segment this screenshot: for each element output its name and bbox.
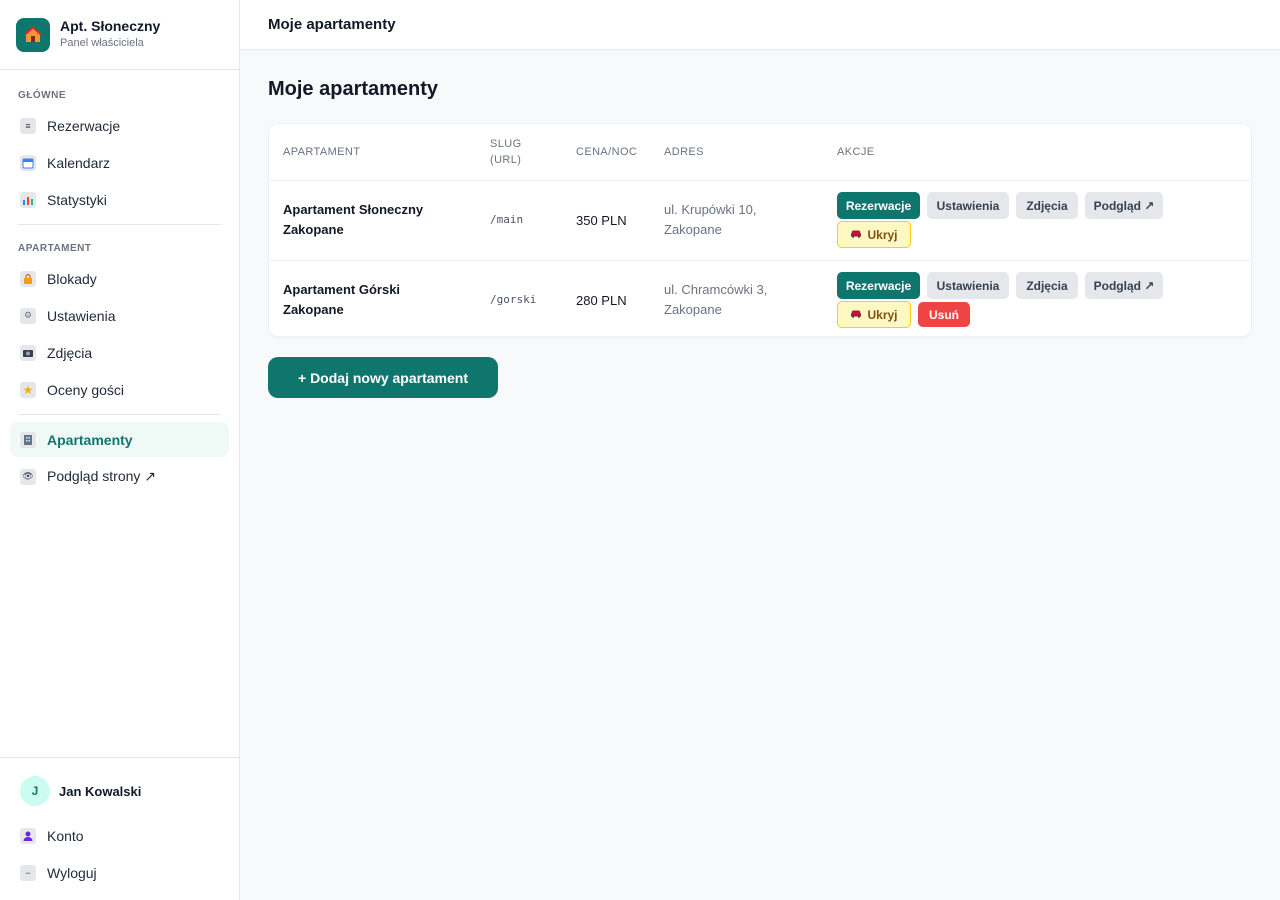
header-apartment: APARTAMENT — [283, 146, 361, 158]
header-actions: AKCJE — [837, 146, 875, 158]
sidebar-item-label: Zdjęcia — [47, 344, 93, 361]
sidebar-item-label: Kalendarz — [47, 154, 111, 171]
apartment-price: 280 PLN — [576, 293, 627, 308]
sidebar-item-label: Oceny gości — [47, 381, 125, 398]
sidebar-item-label: Apartamenty — [47, 431, 133, 448]
brand[interactable]: Apt. Słoneczny Panel właściciela — [0, 0, 239, 70]
logout-icon: − — [20, 864, 36, 881]
apartment-slug: /main — [490, 213, 524, 226]
sidebar-item-podglad[interactable]: 👁 Podgląd strony ↗ — [10, 459, 229, 494]
sidebar-item-label: Statystyki — [47, 191, 107, 208]
header-slug-line1: SLUG — [490, 138, 522, 150]
sidebar-item-label: Podgląd strony ↗ — [47, 468, 157, 484]
reservations-button[interactable]: Rezerwacje — [837, 192, 920, 219]
sidebar: Apt. Słoneczny Panel właściciela GŁÓWNE … — [0, 0, 240, 900]
gear-icon: ⚙ — [20, 307, 36, 324]
section-label-apartment: APARTAMENT — [18, 243, 92, 254]
sidebar-item-statystyki[interactable]: Statystyki — [10, 182, 229, 217]
hide-button[interactable]: Ukryj — [837, 221, 911, 248]
section-label-main: GŁÓWNE — [18, 90, 66, 101]
header-price: CENA/NOC — [576, 146, 638, 158]
chart-icon — [20, 191, 36, 208]
sidebar-divider — [18, 414, 221, 415]
sidebar-item-ustawienia[interactable]: ⚙ Ustawienia — [10, 298, 229, 333]
sidebar-item-label: Rezerwacje — [47, 117, 121, 134]
header-slug-line2: (URL) — [490, 154, 522, 166]
brand-title: Apt. Słoneczny — [60, 18, 161, 34]
user-info[interactable]: J Jan Kowalski — [20, 776, 141, 806]
topbar: Moje apartamenty — [240, 0, 1280, 50]
sidebar-item-kalendarz[interactable]: Kalendarz — [10, 145, 229, 180]
photos-button[interactable]: Zdjęcia — [1016, 192, 1078, 219]
avatar: J — [20, 776, 50, 806]
hide-button-label: Ukryj — [867, 227, 898, 242]
sidebar-item-rezerwacje[interactable]: ≡ Rezerwacje — [10, 108, 229, 143]
user-name: Jan Kowalski — [59, 783, 142, 799]
preview-button[interactable]: Podgląd ↗ — [1085, 192, 1163, 219]
sidebar-item-blokady[interactable]: Blokady — [10, 261, 229, 296]
page-title: Moje apartamenty — [268, 78, 439, 100]
sidebar-divider — [18, 224, 221, 225]
house-icon — [16, 17, 50, 52]
apartments-table: APARTAMENT SLUG (URL) CENA/NOC ADRES AKC… — [268, 123, 1252, 337]
apartment-address: ul. Krupówki 10, Zakopane — [664, 202, 757, 237]
header-address: ADRES — [664, 146, 704, 158]
settings-button[interactable]: Ustawienia — [927, 272, 1009, 299]
photos-button[interactable]: Zdjęcia — [1016, 272, 1078, 299]
sidebar-item-wyloguj[interactable]: − Wyloguj — [10, 855, 229, 890]
eye-icon: 👁 — [20, 468, 36, 485]
delete-button[interactable]: Usuń — [918, 302, 970, 327]
apartment-price: 350 PLN — [576, 213, 627, 228]
sidebar-item-zdjecia[interactable]: Zdjęcia — [10, 335, 229, 370]
sidebar-item-konto[interactable]: Konto — [10, 818, 229, 853]
table-row: Apartament Górski Zakopane /gorski 280 P… — [269, 260, 1251, 336]
topbar-title: Moje apartamenty — [268, 16, 396, 33]
user-icon — [20, 827, 36, 844]
hide-button-label: Ukryj — [867, 307, 898, 322]
apartment-address: ul. Chramcówki 3, Zakopane — [664, 282, 768, 317]
add-apartment-button[interactable]: + Dodaj nowy apartament — [268, 357, 498, 398]
sidebar-item-label: Ustawienia — [47, 307, 116, 324]
lock-icon — [20, 270, 36, 287]
table-row: Apartament Słoneczny Zakopane /main 350 … — [269, 181, 1251, 260]
apartment-name: Apartament Słoneczny Zakopane — [283, 202, 424, 237]
table-header: APARTAMENT SLUG (URL) CENA/NOC ADRES AKC… — [269, 124, 1251, 181]
list-icon: ≡ — [20, 117, 36, 134]
hide-button[interactable]: Ukryj — [837, 301, 911, 328]
preview-button[interactable]: Podgląd ↗ — [1085, 272, 1163, 299]
calendar-icon — [20, 154, 36, 171]
sidebar-item-label: Konto — [47, 827, 84, 844]
user-block: J Jan Kowalski Konto − Wyloguj — [0, 757, 239, 900]
brand-subtitle: Panel właściciela — [60, 37, 144, 49]
sidebar-item-label: Blokady — [47, 270, 97, 287]
sidebar-item-apartamenty[interactable]: Apartamenty — [10, 422, 229, 457]
reservations-button[interactable]: Rezerwacje — [837, 272, 920, 299]
apartment-name: Apartament Górski Zakopane — [283, 282, 401, 317]
apartment-slug: /gorski — [490, 293, 537, 306]
settings-button[interactable]: Ustawienia — [927, 192, 1009, 219]
camera-icon — [20, 344, 36, 361]
sidebar-item-label: Wyloguj — [47, 864, 97, 881]
building-icon — [20, 431, 36, 448]
car-icon — [850, 228, 862, 241]
star-icon: ★ — [20, 381, 36, 398]
sidebar-item-oceny[interactable]: ★ Oceny gości — [10, 372, 229, 407]
car-icon — [850, 308, 862, 321]
header-slug: SLUG (URL) — [490, 136, 522, 168]
